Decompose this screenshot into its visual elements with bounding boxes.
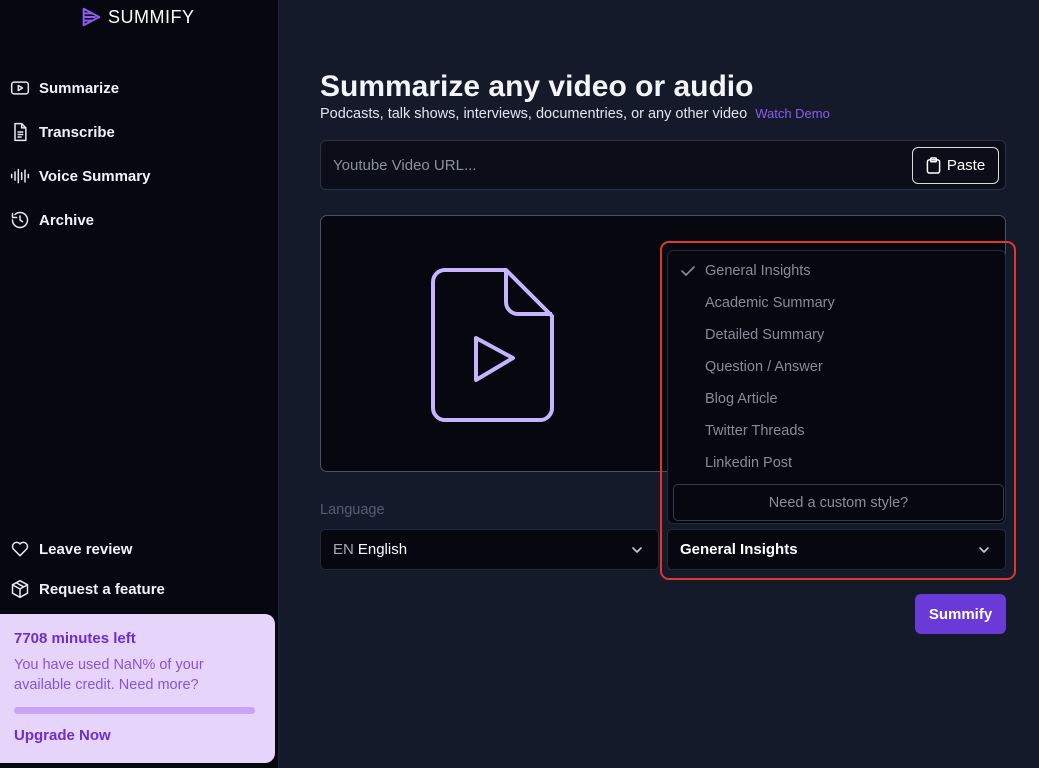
- option-label: Blog Article: [705, 391, 778, 407]
- summary-style-select[interactable]: General Insights: [667, 529, 1006, 570]
- credit-progress-bar: [14, 707, 255, 714]
- heart-icon: [11, 541, 29, 557]
- waveform-icon: [10, 168, 30, 184]
- package-icon: [11, 579, 29, 599]
- sidebar-item-label: Leave review: [39, 540, 133, 558]
- summary-style-dropdown: General Insights Academic Summary Detail…: [667, 250, 1006, 524]
- language-select[interactable]: EN English: [320, 529, 659, 570]
- sidebar-item-leave-review[interactable]: Leave review: [10, 529, 270, 569]
- play-rectangle-icon: [10, 81, 30, 95]
- style-option-question-answer[interactable]: Question / Answer: [668, 352, 1005, 382]
- document-icon: [14, 122, 27, 142]
- style-option-academic-summary[interactable]: Academic Summary: [668, 288, 1005, 318]
- clipboard-icon: [926, 157, 941, 174]
- language-code: EN: [333, 541, 354, 558]
- sidebar-bottom-nav: Leave review Request a feature: [10, 529, 270, 609]
- option-label: Question / Answer: [705, 359, 823, 375]
- sidebar-item-label: Request a feature: [39, 580, 165, 598]
- option-label: Academic Summary: [705, 295, 835, 311]
- youtube-url-input[interactable]: [333, 141, 903, 189]
- sidebar-item-voice-summary[interactable]: Voice Summary: [10, 154, 270, 198]
- sidebar-item-request-feature[interactable]: Request a feature: [10, 569, 270, 609]
- url-box: Paste: [320, 140, 1006, 190]
- style-option-blog-article[interactable]: Blog Article: [668, 384, 1005, 414]
- summary-style-value: General Insights: [680, 541, 798, 558]
- watch-demo-link[interactable]: Watch Demo: [755, 106, 830, 121]
- credit-progress-fill: [14, 707, 255, 714]
- check-icon: [681, 266, 695, 276]
- option-label: Twitter Threads: [705, 423, 805, 439]
- option-label: General Insights: [705, 263, 811, 279]
- summify-button[interactable]: Summify: [915, 594, 1006, 634]
- history-icon: [11, 211, 29, 229]
- page-title: Summarize any video or audio: [320, 70, 754, 103]
- summify-logo-icon: [82, 7, 101, 27]
- custom-style-button[interactable]: Need a custom style?: [673, 484, 1004, 521]
- paste-button[interactable]: Paste: [912, 147, 999, 184]
- style-option-twitter-threads[interactable]: Twitter Threads: [668, 416, 1005, 446]
- language-value: English: [357, 541, 408, 558]
- style-option-linkedin-post[interactable]: Linkedin Post: [668, 448, 1005, 478]
- subtitle-text: Podcasts, talk shows, interviews, docume…: [320, 106, 748, 122]
- style-option-general-insights[interactable]: General Insights: [668, 256, 1005, 286]
- sidebar-item-transcribe[interactable]: Transcribe: [10, 110, 270, 154]
- option-label: Linkedin Post: [705, 455, 793, 471]
- brand-name: SUMMIFY: [108, 6, 195, 27]
- chevron-down-icon: [632, 547, 642, 553]
- language-label: Language: [320, 502, 385, 518]
- option-label: Detailed Summary: [705, 327, 825, 343]
- minutes-left: 7708 minutes left: [14, 630, 136, 647]
- page-subtitle: Podcasts, talk shows, interviews, docume…: [320, 106, 830, 122]
- sidebar: SUMMIFY Summarize Transcribe Voice Summa…: [0, 0, 279, 768]
- upgrade-now-link[interactable]: Upgrade Now: [14, 727, 261, 744]
- sidebar-item-archive[interactable]: Archive: [10, 198, 270, 242]
- chevron-down-icon: [979, 547, 989, 553]
- credit-usage-text: You have used NaN% of your available cre…: [14, 657, 204, 693]
- sidebar-item-summarize[interactable]: Summarize: [10, 66, 270, 110]
- video-file-icon: [431, 268, 554, 422]
- sidebar-nav: Summarize Transcribe Voice Summary Archi…: [10, 66, 270, 242]
- sidebar-item-label: Archive: [39, 211, 95, 229]
- style-option-detailed-summary[interactable]: Detailed Summary: [668, 320, 1005, 350]
- sidebar-item-label: Transcribe: [39, 123, 115, 141]
- paste-label: Paste: [946, 157, 986, 174]
- sidebar-item-label: Voice Summary: [39, 167, 151, 185]
- sidebar-item-label: Summarize: [39, 79, 120, 97]
- credit-card: 7708 minutes left You have used NaN% of …: [0, 614, 275, 763]
- logo[interactable]: SUMMIFY: [80, 6, 195, 28]
